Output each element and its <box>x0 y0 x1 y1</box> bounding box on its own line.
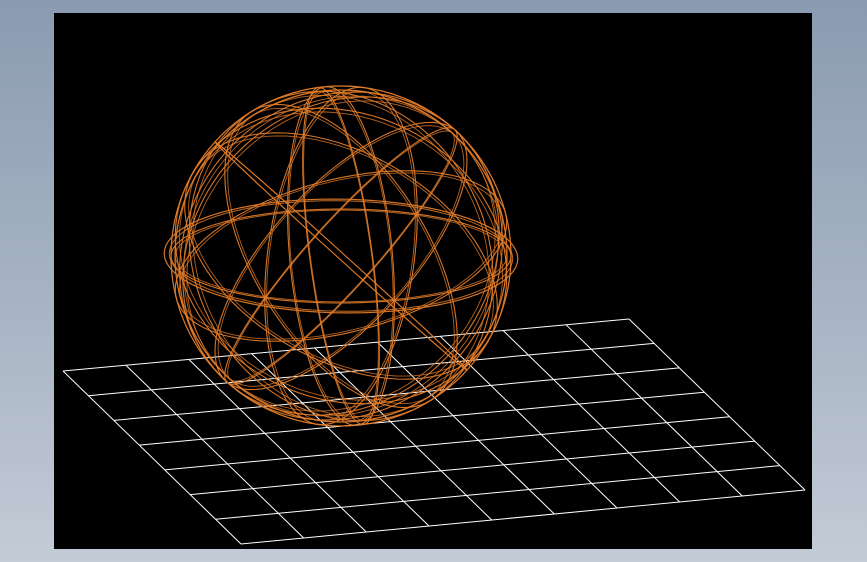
sphere-ring-inner <box>227 130 455 382</box>
grid-line-row <box>88 342 655 397</box>
equator-band-inner <box>168 200 514 312</box>
sphere-ring <box>182 96 500 416</box>
sphere-ring-inner <box>188 135 494 377</box>
sphere-ring-inner <box>217 125 465 387</box>
sphere-ring-inner <box>178 172 504 340</box>
grid-line-column <box>62 370 242 545</box>
sphere-ring-inner <box>183 95 499 417</box>
grid-line-column <box>314 347 493 521</box>
grid-line-row <box>164 416 730 471</box>
grid-line-row <box>62 318 630 372</box>
sphere-ring <box>170 208 512 304</box>
sphere-ring <box>188 90 494 422</box>
grid-line-column <box>565 324 743 497</box>
sphere-ring <box>174 170 508 342</box>
ground-grid-plane <box>62 318 806 545</box>
grid-line-row <box>215 465 780 520</box>
wireframe-sphere-model[interactable] <box>163 85 519 427</box>
sphere-ring-inner <box>227 107 455 405</box>
grid-line-column <box>502 330 681 503</box>
grid-line-column <box>628 318 806 491</box>
sphere-ring <box>184 132 498 380</box>
grid-line-column <box>439 335 618 509</box>
3d-viewport[interactable] <box>54 13 812 549</box>
sphere-ring <box>214 121 468 391</box>
scene-canvas[interactable] <box>54 13 812 549</box>
grid-line-row <box>240 489 806 545</box>
grid-line-row <box>190 440 755 496</box>
cad-application-window <box>0 0 867 562</box>
sphere-outline <box>170 85 512 427</box>
sphere-ring-inner <box>186 100 496 412</box>
